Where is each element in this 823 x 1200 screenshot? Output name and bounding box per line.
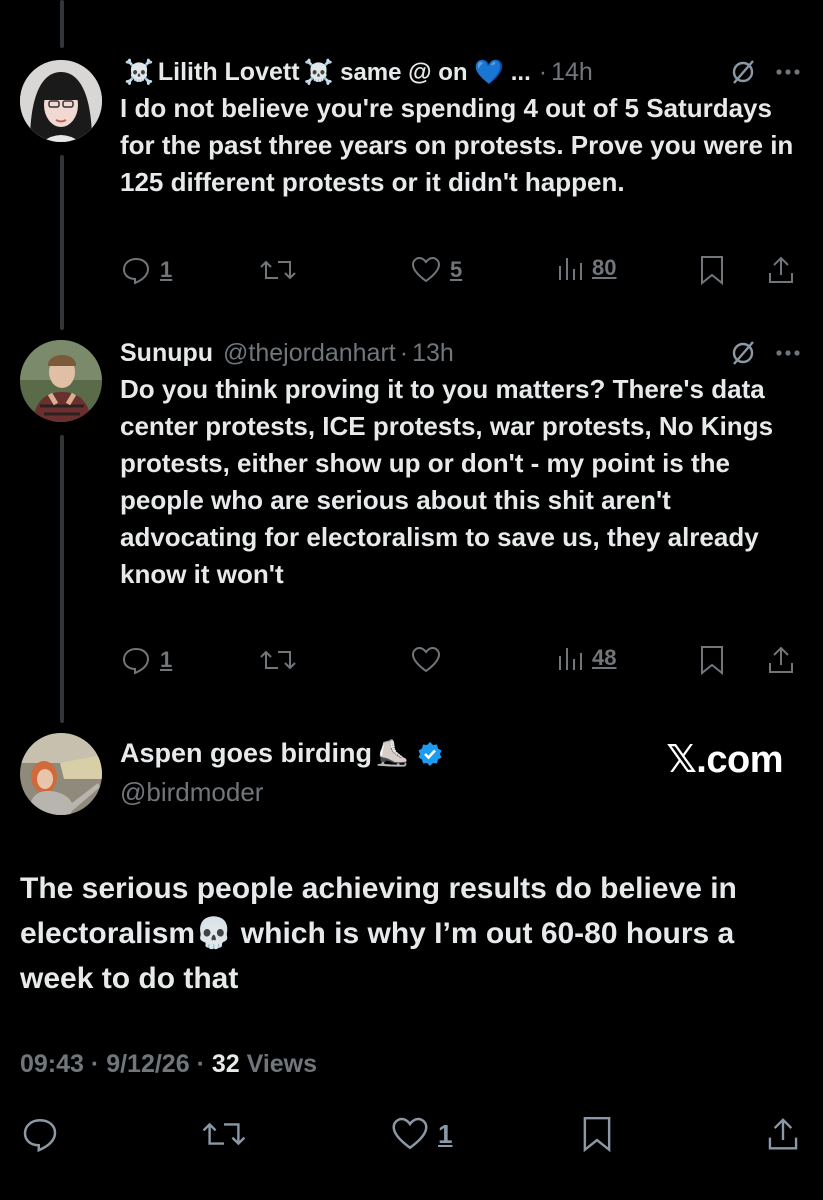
heart-icon: [411, 256, 441, 283]
post-time[interactable]: 14h: [551, 58, 593, 87]
reply-button[interactable]: 1: [120, 254, 172, 286]
reply-button[interactable]: [20, 1114, 60, 1154]
more-options-icon[interactable]: [775, 349, 801, 357]
avatar-sunupu[interactable]: [20, 340, 102, 422]
name-prefix-emoji: ☠️: [124, 58, 154, 86]
main-post-actions: 1: [20, 1114, 801, 1158]
verified-badge-icon[interactable]: [416, 740, 444, 768]
avatar-image: [20, 60, 102, 142]
share-button[interactable]: [765, 644, 797, 676]
views-button[interactable]: 80: [556, 254, 616, 282]
repost-icon: [260, 260, 296, 280]
reply-icon: [122, 257, 150, 285]
post-time[interactable]: 09:43: [20, 1050, 84, 1078]
bookmark-button[interactable]: [698, 254, 726, 286]
bookmark-button[interactable]: [580, 1114, 614, 1154]
reply-button[interactable]: 1: [120, 644, 172, 676]
avatar-aspen[interactable]: [20, 733, 102, 815]
reply-icon: [23, 1118, 57, 1153]
main-post-header: Aspen goes birding ⛸️ @birdmoder: [120, 738, 444, 808]
more-options-icon[interactable]: [775, 68, 801, 76]
reply-count: 1: [160, 647, 173, 672]
avatar-image: [20, 733, 102, 815]
repost-button[interactable]: [258, 254, 298, 286]
post-metadata: 09:43 · 9/12/26 · 32 Views: [20, 1050, 317, 1079]
bookmark-icon: [701, 646, 723, 676]
like-button[interactable]: 1: [390, 1114, 452, 1154]
x-watermark: 𝕏.com: [666, 739, 783, 781]
thread-line-top: [60, 0, 64, 48]
views-label: Views: [246, 1050, 318, 1078]
reply-actions-lilith: 1 5 80: [120, 254, 801, 288]
repost-icon: [202, 1122, 246, 1146]
repost-button[interactable]: [200, 1114, 248, 1154]
views-icon: [559, 648, 582, 670]
grok-icon[interactable]: [729, 58, 757, 86]
bookmark-button[interactable]: [698, 644, 726, 676]
skate-emoji: ⛸️: [376, 738, 409, 768]
reply-header: Sunupu @thejordanhart · 13h: [120, 335, 801, 371]
like-count: 5: [450, 257, 463, 282]
main-author-handle[interactable]: @birdmoder: [120, 777, 444, 808]
grok-icon[interactable]: [729, 339, 757, 367]
share-icon: [769, 646, 793, 673]
bookmark-icon: [701, 256, 723, 286]
like-button[interactable]: [410, 644, 442, 676]
thread-line-2: [60, 435, 64, 723]
views-icon: [559, 258, 582, 280]
views-button[interactable]: 48: [556, 644, 616, 672]
repost-button[interactable]: [258, 644, 298, 676]
reply-icon: [122, 647, 150, 675]
repost-icon: [260, 650, 296, 670]
reply-actions-sunupu: 1 48: [120, 644, 801, 678]
bookmark-icon: [583, 1117, 611, 1153]
avatar-lilith[interactable]: [20, 60, 102, 142]
reply-count: 1: [160, 257, 173, 282]
skull-emoji: 💀: [195, 917, 233, 950]
thread-line-1: [60, 155, 64, 330]
share-icon: [769, 256, 793, 283]
reply-text: I do not believe you're spending 4 out o…: [120, 93, 794, 197]
reply-header: ☠️ Lilith Lovett ☠️ same @ on 💙 ... · 14…: [120, 54, 801, 90]
views-count[interactable]: 32: [212, 1050, 240, 1078]
post-date[interactable]: 9/12/26: [106, 1050, 189, 1078]
like-button[interactable]: 5: [410, 254, 462, 286]
heart-icon: [411, 646, 441, 673]
views-count: 80: [592, 255, 617, 280]
avatar-image: [20, 340, 102, 422]
heart-icon: [392, 1117, 428, 1150]
name-suffix: ☠️ same @ on 💙 ...: [303, 58, 531, 86]
reply-lilith[interactable]: ☠️ Lilith Lovett ☠️ same @ on 💙 ... · 14…: [120, 54, 801, 201]
reply-sunupu[interactable]: Sunupu @thejordanhart · 13h Do you think…: [120, 335, 801, 593]
post-time[interactable]: 13h: [412, 339, 454, 368]
reply-text: Do you think proving it to you matters? …: [120, 374, 774, 589]
author-name[interactable]: Lilith Lovett: [158, 58, 300, 87]
main-author-name-row[interactable]: Aspen goes birding ⛸️: [120, 738, 444, 769]
separator: ·: [196, 1050, 205, 1078]
views-count: 48: [592, 645, 617, 670]
main-author-name[interactable]: Aspen goes birding: [120, 738, 372, 769]
author-handle[interactable]: @thejordanhart: [223, 339, 396, 368]
share-icon: [768, 1118, 798, 1150]
share-button[interactable]: [765, 254, 797, 286]
main-post-text: The serious people achieving results do …: [20, 866, 793, 1001]
separator: ·: [90, 1050, 100, 1078]
share-button[interactable]: [764, 1114, 802, 1154]
separator: ·: [399, 338, 409, 367]
separator: ·: [538, 57, 548, 86]
like-count: 1: [438, 1118, 453, 1149]
author-name[interactable]: Sunupu: [120, 339, 213, 368]
